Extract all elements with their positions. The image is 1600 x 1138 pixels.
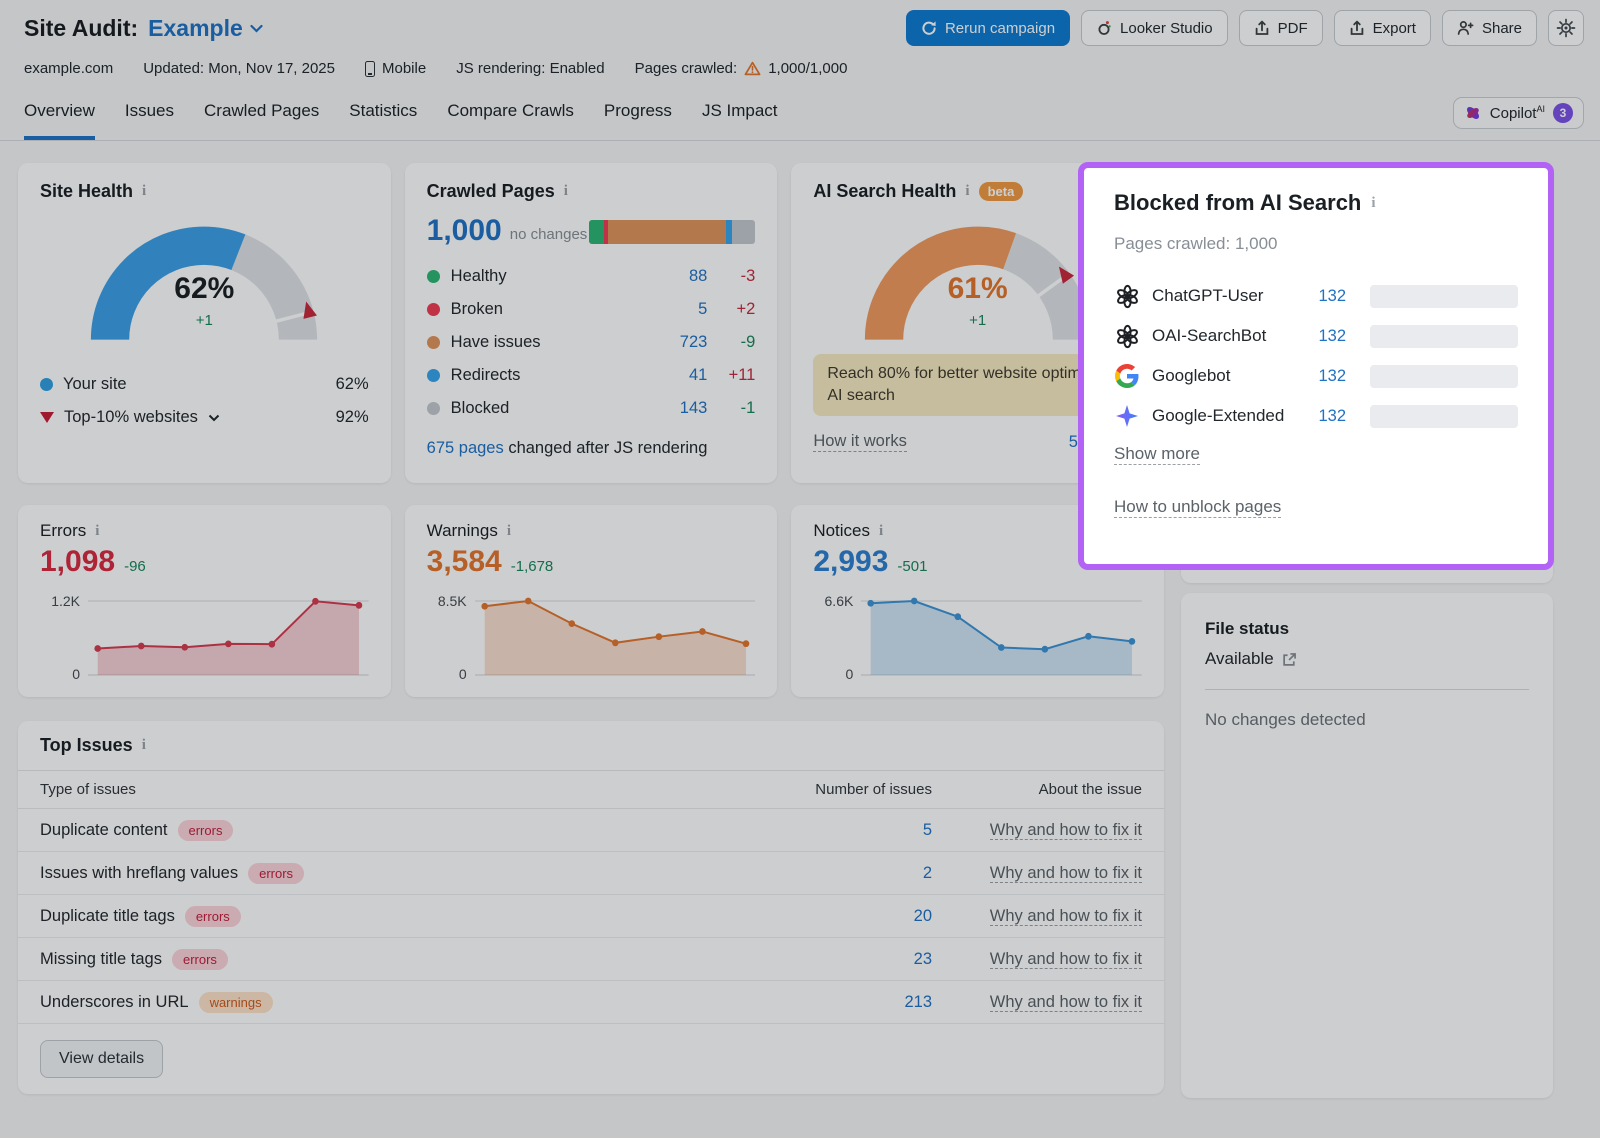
- bot-name: OAI-SearchBot: [1152, 326, 1266, 346]
- blocked-panel-title: Blocked from AI Search: [1114, 190, 1361, 216]
- bot-blocked-count[interactable]: 132: [1318, 367, 1346, 386]
- google-icon: [1115, 364, 1139, 388]
- blocked-panel-pages-crawled: Pages crawled: 1,000: [1114, 234, 1518, 254]
- google-extended-icon: [1115, 404, 1139, 428]
- bot-blocked-count[interactable]: 132: [1318, 407, 1346, 426]
- openai-icon: [1115, 284, 1140, 309]
- bot-name: Google-Extended: [1152, 406, 1284, 426]
- show-more-link[interactable]: Show more: [1114, 444, 1200, 465]
- bot-blocked-count[interactable]: 132: [1318, 287, 1346, 306]
- bot-blocked-bar: [1370, 325, 1518, 348]
- bot-blocked-count[interactable]: 132: [1318, 327, 1346, 346]
- info-icon[interactable]: i: [1371, 195, 1375, 212]
- bot-blocked-bar: [1370, 285, 1518, 308]
- blocked-bot-row: Googlebot 132: [1114, 356, 1518, 396]
- blocked-from-ai-search-panel: Blocked from AI Search i Pages crawled: 1…: [1078, 162, 1554, 570]
- how-to-unblock-pages-link[interactable]: How to unblock pages: [1114, 497, 1281, 518]
- bot-blocked-bar: [1370, 365, 1518, 388]
- bot-name: Googlebot: [1152, 366, 1230, 386]
- site-audit-page: Site Audit: Example Rerun campaign Looke…: [0, 0, 1600, 1138]
- bot-blocked-bar: [1370, 405, 1518, 428]
- openai-icon: [1115, 324, 1140, 349]
- blocked-bots-list: ChatGPT-User132OAI-SearchBot132Googlebot…: [1114, 276, 1518, 436]
- bot-name: ChatGPT-User: [1152, 286, 1263, 306]
- blocked-bot-row: OAI-SearchBot 132: [1114, 316, 1518, 356]
- blocked-bot-row: Google-Extended 132: [1114, 396, 1518, 436]
- blocked-bot-row: ChatGPT-User 132: [1114, 276, 1518, 316]
